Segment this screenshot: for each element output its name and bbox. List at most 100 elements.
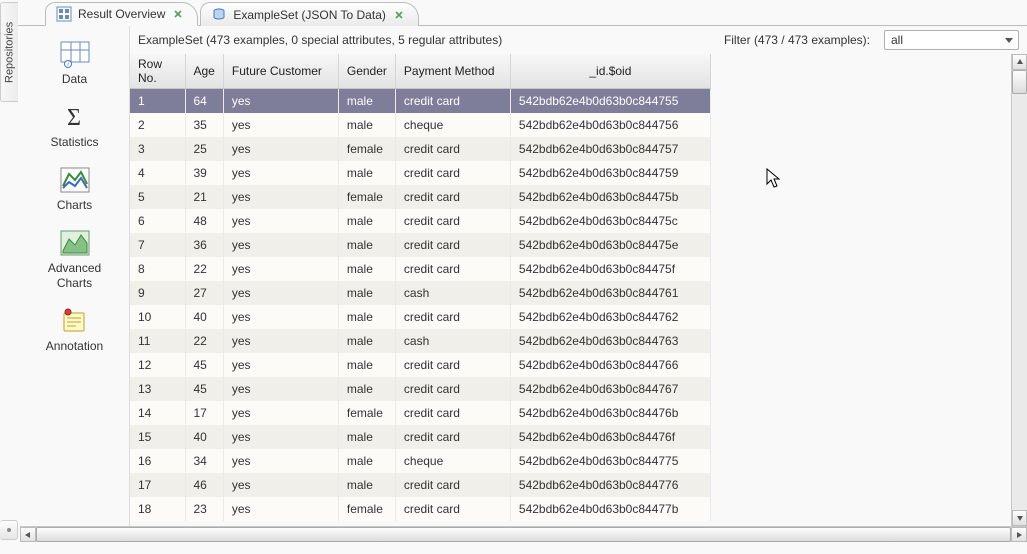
- scroll-up-button[interactable]: [1012, 54, 1027, 70]
- cell-gender: male: [338, 257, 395, 281]
- cell-gender: male: [338, 281, 395, 305]
- table-row[interactable]: 164yesmalecredit card542bdb62e4b0d63b0c8…: [130, 89, 710, 113]
- cell-future: yes: [223, 137, 338, 161]
- tab-bar: Result Overview ExampleSet (JSON To Data…: [0, 0, 1027, 26]
- column-header-row[interactable]: Row No.: [130, 54, 185, 89]
- cell-row: 13: [130, 377, 185, 401]
- vertical-scrollbar[interactable]: [1011, 54, 1027, 526]
- table-row[interactable]: 648yesmalecredit card542bdb62e4b0d63b0c8…: [130, 209, 710, 233]
- table-row[interactable]: 521yesfemalecredit card542bdb62e4b0d63b0…: [130, 185, 710, 209]
- scroll-thumb[interactable]: [36, 527, 1011, 542]
- close-icon[interactable]: [392, 8, 406, 22]
- column-header-id[interactable]: _id.$oid: [510, 54, 710, 89]
- column-header-future[interactable]: Future Customer: [223, 54, 338, 89]
- cell-gender: male: [338, 305, 395, 329]
- cell-gender: male: [338, 233, 395, 257]
- cell-row: 5: [130, 185, 185, 209]
- cell-gender: female: [338, 185, 395, 209]
- cell-gender: female: [338, 401, 395, 425]
- cell-future: yes: [223, 473, 338, 497]
- table-row[interactable]: 822yesmalecredit card542bdb62e4b0d63b0c8…: [130, 257, 710, 281]
- table-row[interactable]: 1417yesfemalecredit card542bdb62e4b0d63b…: [130, 401, 710, 425]
- filter-select[interactable]: all: [884, 30, 1019, 50]
- result-overview-icon: [56, 6, 72, 22]
- nav-charts[interactable]: Charts: [51, 160, 99, 217]
- cell-age: 36: [185, 233, 223, 257]
- cell-gender: male: [338, 377, 395, 401]
- table-row[interactable]: 235yesmalecheque542bdb62e4b0d63b0c844756: [130, 113, 710, 137]
- cell-future: yes: [223, 257, 338, 281]
- repositories-sidebar-tab[interactable]: Repositories: [0, 2, 18, 102]
- tab-result-overview[interactable]: Result Overview: [45, 2, 198, 26]
- table-row[interactable]: 1122yesmalecash542bdb62e4b0d63b0c844763: [130, 329, 710, 353]
- charts-icon: [57, 164, 93, 196]
- nav-label: Charts: [57, 198, 92, 213]
- nav-label: Data: [62, 72, 87, 87]
- cell-payment: credit card: [395, 257, 510, 281]
- cell-age: 48: [185, 209, 223, 233]
- cell-age: 22: [185, 329, 223, 353]
- nav-statistics[interactable]: Σ Statistics: [44, 97, 104, 154]
- cell-id: 542bdb62e4b0d63b0c844755: [510, 89, 710, 113]
- table-row[interactable]: 325yesfemalecredit card542bdb62e4b0d63b0…: [130, 137, 710, 161]
- scroll-thumb[interactable]: [1012, 70, 1027, 94]
- cell-row: 1: [130, 89, 185, 113]
- cell-gender: male: [338, 425, 395, 449]
- nav-annotation[interactable]: Annotation: [40, 301, 109, 358]
- column-header-age[interactable]: Age: [185, 54, 223, 89]
- column-header-payment[interactable]: Payment Method: [395, 54, 510, 89]
- cell-age: 27: [185, 281, 223, 305]
- cell-age: 45: [185, 353, 223, 377]
- table-row[interactable]: 927yesmalecash542bdb62e4b0d63b0c844761: [130, 281, 710, 305]
- scroll-right-button[interactable]: [1011, 527, 1027, 542]
- cell-gender: male: [338, 329, 395, 353]
- cell-gender: female: [338, 137, 395, 161]
- cell-payment: credit card: [395, 353, 510, 377]
- advanced-charts-icon: [57, 227, 93, 259]
- table-row[interactable]: 1345yesmalecredit card542bdb62e4b0d63b0c…: [130, 377, 710, 401]
- cell-row: 3: [130, 137, 185, 161]
- table-row[interactable]: 439yesmalecredit card542bdb62e4b0d63b0c8…: [130, 161, 710, 185]
- table-row[interactable]: 1746yesmalecredit card542bdb62e4b0d63b0c…: [130, 473, 710, 497]
- chevron-down-icon: [1004, 35, 1014, 45]
- data-icon: i: [57, 38, 93, 70]
- cell-id: 542bdb62e4b0d63b0c84475c: [510, 209, 710, 233]
- column-header-gender[interactable]: Gender: [338, 54, 395, 89]
- cell-payment: credit card: [395, 209, 510, 233]
- cell-future: yes: [223, 161, 338, 185]
- horizontal-scrollbar[interactable]: [20, 526, 1027, 542]
- cell-id: 542bdb62e4b0d63b0c844757: [510, 137, 710, 161]
- sigma-icon: Σ: [56, 101, 92, 133]
- cell-age: 45: [185, 377, 223, 401]
- cell-row: 7: [130, 233, 185, 257]
- cell-future: yes: [223, 233, 338, 257]
- cell-payment: credit card: [395, 137, 510, 161]
- cell-id: 542bdb62e4b0d63b0c844763: [510, 329, 710, 353]
- table-row[interactable]: 1040yesmalecredit card542bdb62e4b0d63b0c…: [130, 305, 710, 329]
- cell-payment: credit card: [395, 233, 510, 257]
- cell-id: 542bdb62e4b0d63b0c84475e: [510, 233, 710, 257]
- table-row[interactable]: 736yesmalecredit card542bdb62e4b0d63b0c8…: [130, 233, 710, 257]
- cell-age: 22: [185, 257, 223, 281]
- cell-payment: cheque: [395, 113, 510, 137]
- cell-id: 542bdb62e4b0d63b0c84475f: [510, 257, 710, 281]
- table-row[interactable]: 1634yesmalecheque542bdb62e4b0d63b0c84477…: [130, 449, 710, 473]
- table-row[interactable]: 1823yesfemalecredit card542bdb62e4b0d63b…: [130, 497, 710, 521]
- scroll-down-button[interactable]: [1012, 510, 1027, 526]
- tab-exampleset[interactable]: ExampleSet (JSON To Data): [200, 2, 419, 26]
- nav-advanced-charts[interactable]: Advanced Charts: [42, 223, 107, 295]
- scroll-left-button[interactable]: [20, 527, 36, 542]
- table-row[interactable]: 1540yesmalecredit card542bdb62e4b0d63b0c…: [130, 425, 710, 449]
- nav-data[interactable]: i Data: [51, 34, 99, 91]
- sidebar-expand-handle[interactable]: [0, 520, 18, 540]
- cell-future: yes: [223, 185, 338, 209]
- cell-row: 14: [130, 401, 185, 425]
- cell-id: 542bdb62e4b0d63b0c844775: [510, 449, 710, 473]
- cell-gender: male: [338, 113, 395, 137]
- tab-label: Result Overview: [78, 7, 165, 21]
- close-icon[interactable]: [171, 7, 185, 21]
- table-row[interactable]: 1245yesmalecredit card542bdb62e4b0d63b0c…: [130, 353, 710, 377]
- cell-age: 21: [185, 185, 223, 209]
- cell-row: 11: [130, 329, 185, 353]
- cell-future: yes: [223, 281, 338, 305]
